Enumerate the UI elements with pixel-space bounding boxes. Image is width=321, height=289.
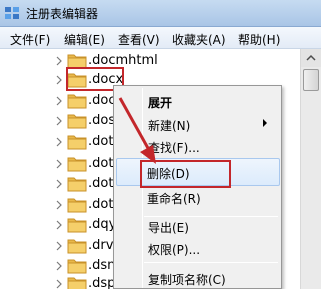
menu-item-find[interactable]: 查找(F)... — [148, 139, 200, 156]
expand-chevron-icon[interactable] — [55, 200, 63, 210]
title-bar: 注册表编辑器 — [0, 0, 321, 27]
folder-icon — [67, 198, 87, 213]
expand-chevron-icon[interactable] — [55, 279, 63, 289]
menu-edit[interactable]: 编辑(E) — [64, 31, 105, 48]
folder-icon — [67, 114, 87, 129]
expand-chevron-icon[interactable] — [55, 241, 63, 251]
expand-chevron-icon[interactable] — [55, 220, 63, 230]
tree-item-label: .doc — [88, 93, 116, 108]
tree-item-label: .dot — [88, 134, 114, 149]
tree-item-label: .dos — [88, 113, 116, 128]
menu-item-rename[interactable]: 重命名(R) — [147, 190, 201, 207]
menu-favorites[interactable]: 收藏夹(A) — [172, 31, 226, 48]
expand-chevron-icon[interactable] — [55, 159, 63, 169]
menu-separator — [144, 262, 278, 263]
menu-separator — [144, 216, 278, 217]
window-title: 注册表编辑器 — [26, 7, 99, 21]
folder-icon — [67, 94, 87, 109]
tree-item-label: .dot — [88, 156, 114, 171]
menu-view[interactable]: 查看(V) — [118, 31, 160, 48]
tree-item-label: .dot — [88, 176, 114, 191]
menu-item-export[interactable]: 导出(E) — [148, 219, 189, 236]
folder-icon — [67, 177, 87, 192]
folder-icon — [67, 135, 87, 150]
menu-item-expand[interactable]: 展开 — [148, 94, 172, 111]
menu-bar: 文件(F) 编辑(E) 查看(V) 收藏夹(A) 帮助(H) — [0, 27, 321, 49]
menu-item-new[interactable]: 新建(N) — [148, 117, 190, 134]
submenu-arrow-icon — [263, 119, 267, 127]
menu-item-permissions[interactable]: 权限(P)... — [148, 241, 200, 258]
expand-chevron-icon[interactable] — [55, 179, 63, 189]
vertical-scrollbar[interactable] — [300, 49, 321, 289]
regedit-app-icon — [5, 7, 19, 19]
tree-item-label: .dsp — [88, 276, 116, 289]
folder-icon — [67, 157, 87, 172]
menu-help[interactable]: 帮助(H) — [238, 31, 280, 48]
tree-item-label: .dot — [88, 197, 114, 212]
menu-file[interactable]: 文件(F) — [10, 31, 50, 48]
tree-item-label: .dsn — [88, 258, 116, 273]
context-menu-gutter — [142, 88, 143, 288]
highlight-box-delete — [140, 160, 231, 188]
expand-chevron-icon[interactable] — [55, 56, 63, 66]
folder-icon — [67, 277, 87, 289]
expand-chevron-icon[interactable] — [55, 75, 63, 85]
expand-chevron-icon[interactable] — [55, 137, 63, 147]
folder-icon — [67, 218, 87, 233]
expand-chevron-icon[interactable] — [55, 116, 63, 126]
tree-item-label: .docmhtml — [88, 53, 158, 68]
expand-chevron-icon[interactable] — [55, 261, 63, 271]
scroll-thumb[interactable] — [303, 69, 319, 91]
menu-item-copy-key-name[interactable]: 复制项名称(C) — [148, 271, 226, 288]
scroll-up-button[interactable] — [301, 49, 321, 67]
chevron-up-icon — [306, 54, 316, 61]
folder-icon — [67, 239, 87, 254]
expand-chevron-icon[interactable] — [55, 96, 63, 106]
tree-item-label: .drv — [88, 238, 114, 253]
